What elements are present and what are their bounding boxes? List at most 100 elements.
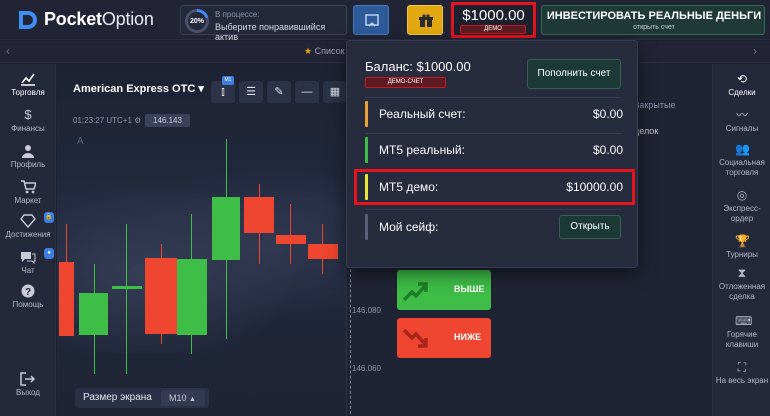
top-up-button[interactable]: Пополнить счет [527, 59, 621, 89]
gift-button[interactable] [407, 5, 443, 35]
account-row-mt5-real[interactable]: МТ5 реальный: $0.00 [365, 137, 623, 163]
progress-title: В процессе: [215, 10, 260, 19]
cast-button[interactable] [353, 5, 389, 35]
buy-up-button[interactable]: ВЫШЕ [397, 270, 491, 310]
progress-subtitle: Выберите понравившийся актив [215, 22, 326, 42]
user-icon [22, 145, 34, 158]
brand-name[interactable]: PocketOption [44, 9, 154, 30]
nav-label: Чат [21, 266, 35, 275]
history-icon: ⟲ [736, 72, 748, 86]
asset-selector[interactable]: American Express OTC ▾ [73, 82, 204, 95]
favorites-label: Список [314, 46, 345, 56]
indicators-button[interactable]: ☰ [239, 81, 263, 103]
price-axis-label: 146.080 [352, 306, 381, 315]
nav-help[interactable]: ? Помощь [0, 284, 56, 309]
buy-down-button[interactable]: НИЖЕ [397, 318, 491, 358]
nav-label: Отложенная сделка [718, 282, 766, 301]
account-value: $0.00 [592, 143, 623, 157]
screen-size-select[interactable]: M10 ▲ [161, 390, 205, 406]
nav-social-trading[interactable]: 👥 Социальная торговля [713, 142, 770, 178]
time-text: 01:23:27 UTC+1 [73, 116, 132, 125]
nav-label: Сделки [728, 88, 756, 97]
candle [244, 197, 274, 233]
demo-account-badge: ДЕМО-СЧЕТ [365, 77, 446, 88]
balance-button[interactable]: $1000.00 ДЕМО [451, 2, 536, 38]
chart-line-icon [21, 73, 35, 86]
invest-real-money-button[interactable]: ИНВЕСТИРОВАТЬ РЕАЛЬНЫЕ ДЕНЬГИ открыть сч… [541, 5, 765, 35]
line-tool-button[interactable]: — [295, 81, 319, 103]
progress-ring: 20% [185, 9, 209, 33]
nav-label: Турниры [726, 250, 758, 259]
candle-wick [290, 204, 291, 264]
open-safe-button[interactable]: Открыть [559, 215, 621, 239]
nav-label: Социальная торговля [719, 158, 765, 177]
nav-logout[interactable]: Выход [0, 372, 56, 397]
sliders-icon: ☰ [246, 86, 256, 98]
tab-closed[interactable]: Закрытые [634, 100, 675, 110]
nav-finance[interactable]: $ Финансы [0, 107, 56, 134]
candle-wick [126, 224, 127, 374]
divider [365, 209, 621, 210]
nav-label: Достижения [5, 230, 51, 239]
asset-name: American Express OTC [73, 83, 196, 95]
gear-icon[interactable]: ⚙ [134, 116, 141, 125]
candles-icon: ⫾ [221, 86, 225, 98]
price-chart[interactable]: American Express OTC ▾ ⫾ M1 ☰ ✎ — ▦ 01:2… [57, 64, 346, 416]
signal-icon: 〰 [735, 108, 748, 122]
nav-label: Финансы [11, 124, 45, 133]
pocket-option-logo-icon[interactable] [16, 9, 38, 31]
cart-icon [21, 180, 36, 194]
account-row-real[interactable]: Реальный счет: $0.00 [365, 101, 623, 127]
candle [177, 259, 207, 335]
invest-subtitle: открыть счет [633, 24, 675, 31]
onboarding-progress[interactable]: 20% В процессе: Выберите понравившийся а… [180, 5, 347, 42]
scroll-left-icon[interactable]: ‹ [6, 44, 10, 58]
nav-deals[interactable]: ⟲ Сделки [713, 72, 770, 98]
chart-annotation-a: A [77, 136, 84, 147]
diamond-icon [20, 214, 36, 228]
nav-express-order[interactable]: ◎ Экспресс-ордер [713, 188, 770, 224]
nav-hotkeys[interactable]: ⌨ Горячие клавиши [713, 314, 770, 350]
gift-icon [419, 14, 433, 27]
timeframe-badge: M1 [222, 76, 234, 85]
screen-size-control[interactable]: Размер экрана M10 ▲ [75, 388, 209, 408]
screen-size-value: M10 [169, 393, 187, 403]
nav-label: Экспресс-ордер [723, 204, 761, 223]
chart-time: 01:23:27 UTC+1 ⚙ [73, 116, 141, 125]
up-label: ВЫШЕ [454, 284, 485, 294]
candle [79, 293, 108, 335]
keyboard-icon: ⌨ [735, 314, 753, 328]
dollar-icon: $ [24, 107, 32, 122]
nav-label: На весь экран [715, 376, 769, 385]
nav-tournaments[interactable]: 🏆 Турниры [713, 234, 770, 260]
nav-pending-trade[interactable]: ⧗ Отложенная сделка [713, 266, 770, 302]
star-icon: ★ [304, 46, 313, 56]
account-name: Мой сейф: [379, 220, 439, 234]
fullscreen-icon: ⛶ [737, 360, 747, 374]
favorites-list[interactable]: ★ Список [304, 46, 345, 57]
nav-label: Выход [16, 388, 40, 397]
balance-amount: $1000.00 [462, 7, 525, 24]
nav-profile[interactable]: Профиль [0, 144, 56, 169]
nav-label: Профиль [10, 160, 46, 169]
candle [276, 235, 306, 244]
left-sidebar: Торговля $ Финансы Профиль Маркет Достиж… [0, 64, 56, 416]
drawing-button[interactable]: ✎ [267, 81, 291, 103]
svg-text:?: ? [25, 287, 31, 298]
nav-signals[interactable]: 〰 Сигналы [713, 108, 770, 134]
dropdown-balance: Баланс: $1000.00 [365, 59, 471, 74]
chat-icon [21, 252, 36, 264]
candle [212, 197, 240, 260]
scroll-right-icon[interactable]: › [753, 44, 757, 58]
screen-size-label: Размер экрана [83, 392, 152, 403]
nav-label: Горячие клавиши [725, 330, 759, 349]
progress-percent: 20% [188, 12, 206, 30]
nav-market[interactable]: Маркет [0, 180, 56, 205]
express-icon: ◎ [736, 188, 748, 202]
demo-badge: ДЕМО [460, 25, 526, 34]
layout-button[interactable]: ▦ [323, 81, 346, 103]
candle [59, 262, 74, 336]
nav-label: Маркет [14, 196, 42, 205]
nav-fullscreen[interactable]: ⛶ На весь экран [713, 360, 770, 386]
nav-trading[interactable]: Торговля [0, 72, 56, 97]
